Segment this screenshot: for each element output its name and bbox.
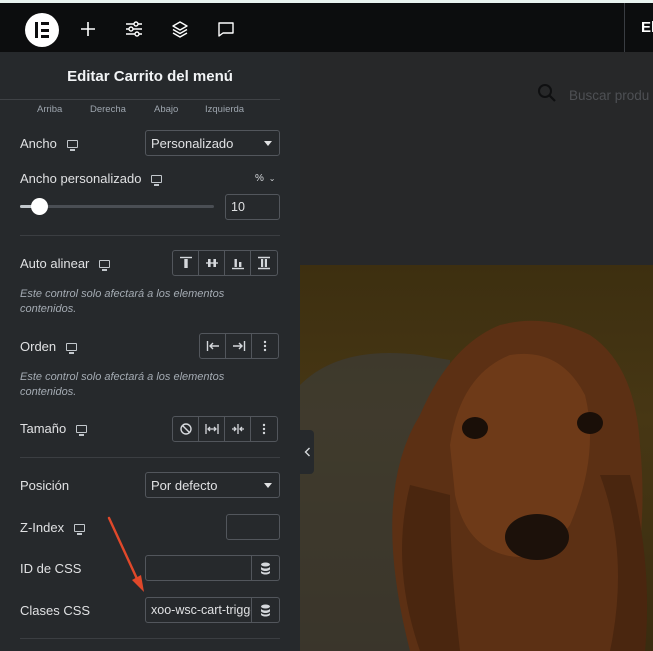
- dynamic-tags-button[interactable]: [252, 597, 280, 623]
- page-preview: Buscar produ: [300, 52, 653, 651]
- css-id-label-row: ID de CSS: [20, 561, 81, 576]
- desktop-icon[interactable]: [151, 174, 163, 186]
- desktop-icon[interactable]: [74, 523, 86, 535]
- zindex-input[interactable]: [226, 514, 280, 540]
- align-stretch-button[interactable]: [251, 251, 277, 275]
- chevron-left-icon: [304, 447, 310, 457]
- zindex-label: Z-Index: [20, 520, 65, 535]
- desktop-icon[interactable]: [66, 342, 78, 354]
- slider-handle[interactable]: [30, 198, 48, 215]
- align-bottom-icon: [231, 259, 244, 270]
- size-none-button[interactable]: [173, 417, 199, 441]
- css-id-label: ID de CSS: [20, 561, 82, 576]
- width-label: Ancho: [20, 136, 57, 151]
- order-buttons: [199, 333, 279, 359]
- plus-icon[interactable]: [74, 15, 102, 43]
- align-self-label: Auto alinear: [20, 256, 90, 271]
- custom-width-input[interactable]: 10: [225, 194, 280, 220]
- align-top-icon: [179, 256, 192, 268]
- elementor-logo-button[interactable]: [25, 13, 59, 47]
- unit-selector[interactable]: % ⌄: [255, 173, 275, 184]
- order-first-button[interactable]: [200, 334, 226, 358]
- grow-icon: [204, 424, 219, 434]
- side-label-bottom: Abajo: [154, 104, 179, 115]
- side-label-right: Derecha: [90, 104, 126, 115]
- caret-down-icon: [264, 141, 272, 146]
- annotation-arrow-icon: [107, 516, 144, 592]
- desktop-icon[interactable]: [76, 424, 88, 436]
- size-more-button[interactable]: [251, 417, 277, 441]
- arrow-to-start-icon: [206, 341, 219, 351]
- top-bar: El: [0, 0, 653, 52]
- order-label-row: Orden: [20, 339, 78, 354]
- align-stretch-icon: [258, 256, 270, 270]
- topbar-right-label[interactable]: El: [624, 3, 653, 52]
- order-label: Orden: [20, 339, 57, 354]
- width-select[interactable]: Personalizado: [145, 130, 280, 156]
- align-self-hint: Este control solo afectará a los element…: [20, 288, 225, 315]
- search-icon: [538, 84, 556, 102]
- order-hint: Este control solo afectará a los element…: [20, 371, 225, 398]
- divider: [20, 457, 280, 458]
- css-classes-label-row: Clases CSS: [20, 603, 90, 618]
- caret-down-icon: [264, 483, 272, 488]
- zindex-label-row: Z-Index: [20, 520, 86, 535]
- arrow-to-end-icon: [232, 341, 245, 351]
- shrink-icon: [231, 424, 244, 434]
- dynamic-tags-button[interactable]: [252, 555, 280, 581]
- size-shrink-button[interactable]: [225, 417, 251, 441]
- preview-header: Buscar produ: [300, 52, 653, 265]
- divider: [20, 638, 280, 639]
- side-label-top: Arriba: [37, 104, 63, 115]
- chat-icon[interactable]: [212, 15, 240, 43]
- database-icon: [261, 604, 270, 616]
- position-select-value: Por defecto: [151, 478, 218, 493]
- dog-photo: [300, 265, 653, 651]
- desktop-icon[interactable]: [66, 139, 78, 151]
- align-middle-icon: [205, 259, 218, 267]
- custom-width-label-row: Ancho personalizado: [20, 171, 163, 186]
- chevron-down-icon: ⌄: [268, 174, 276, 183]
- align-start-button[interactable]: [173, 251, 199, 275]
- layers-icon[interactable]: [166, 15, 194, 43]
- side-label-left: Izquierda: [205, 104, 245, 115]
- size-label: Tamaño: [20, 421, 67, 436]
- sliders-icon[interactable]: [120, 15, 148, 43]
- align-self-buttons: [172, 250, 278, 276]
- css-classes-input[interactable]: xoo-wsc-cart-trigger: [145, 597, 252, 623]
- more-vertical-icon: [263, 340, 267, 352]
- more-vertical-icon: [262, 423, 266, 435]
- align-center-button[interactable]: [199, 251, 225, 275]
- size-grow-button[interactable]: [199, 417, 225, 441]
- width-select-value: Personalizado: [151, 136, 234, 151]
- desktop-icon[interactable]: [99, 259, 111, 271]
- position-label: Posición: [20, 478, 70, 493]
- align-self-label-row: Auto alinear: [20, 256, 111, 271]
- ban-icon: [179, 423, 192, 435]
- size-buttons: [172, 416, 278, 442]
- panel-title: Editar Carrito del menú: [67, 67, 233, 85]
- width-label-row: Ancho: [20, 136, 78, 151]
- position-label-row: Posición: [20, 478, 69, 493]
- slider-track[interactable]: [20, 205, 214, 208]
- database-icon: [261, 562, 270, 574]
- order-last-button[interactable]: [226, 334, 252, 358]
- css-classes-label: Clases CSS: [20, 603, 91, 618]
- divider: [0, 99, 280, 100]
- size-label-row: Tamaño: [20, 421, 88, 436]
- position-select[interactable]: Por defecto: [145, 472, 280, 498]
- custom-width-label: Ancho personalizado: [20, 171, 142, 186]
- collapse-panel-button[interactable]: [300, 430, 314, 474]
- css-id-input[interactable]: [145, 555, 252, 581]
- search-placeholder: Buscar produ: [569, 88, 650, 103]
- order-more-button[interactable]: [252, 334, 278, 358]
- divider: [20, 235, 280, 236]
- unit-value: %: [255, 173, 264, 184]
- align-end-button[interactable]: [225, 251, 251, 275]
